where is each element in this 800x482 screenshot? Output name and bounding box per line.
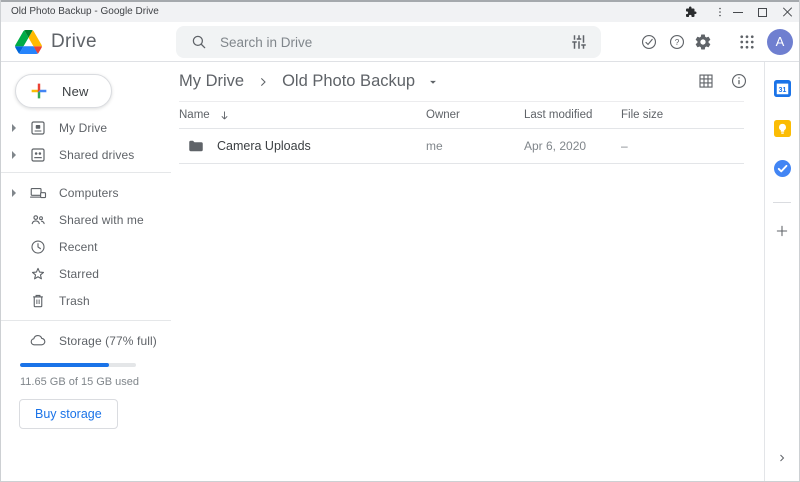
sidebar-item-recent[interactable]: Recent — [1, 233, 171, 260]
recent-clock-icon — [31, 239, 45, 254]
storage-progress-bar — [20, 363, 136, 367]
add-panel-app-icon[interactable] — [774, 223, 790, 244]
sidebar-item-label: My Drive — [59, 120, 108, 135]
avatar-letter: A — [767, 28, 793, 55]
account-avatar[interactable]: A — [767, 28, 793, 55]
sidebar-item-label: Trash — [59, 293, 90, 308]
google-tasks-icon[interactable] — [773, 160, 791, 182]
shared-with-me-icon — [31, 214, 45, 224]
expand-arrow-icon[interactable] — [7, 150, 21, 159]
sidebar-item-storage[interactable]: Storage (77% full) — [1, 327, 171, 354]
file-row-camera-uploads[interactable]: Camera Uploads me Apr 6, 2020 – — [179, 129, 744, 164]
browser-app-window: Old Photo Backup - Google Drive Drive Se… — [0, 0, 800, 482]
info-icon[interactable] — [730, 72, 748, 95]
settings-gear-icon[interactable] — [694, 32, 712, 51]
sidebar-item-label: Recent — [59, 239, 98, 254]
new-plus-icon — [31, 83, 47, 99]
breadcrumb-dropdown-caret-icon[interactable] — [426, 75, 440, 89]
main-content: My Drive Old Photo Backup Name Owner Las… — [171, 62, 764, 481]
panel-divider — [773, 202, 791, 203]
grid-view-icon[interactable] — [697, 72, 715, 95]
folder-icon — [189, 140, 203, 152]
shared-drives-icon — [31, 147, 45, 162]
minimize-button[interactable] — [731, 2, 745, 22]
sidebar-item-my-drive[interactable]: My Drive — [1, 114, 171, 141]
sidebar-item-computers[interactable]: Computers — [1, 179, 171, 206]
google-apps-grid-icon[interactable] — [738, 33, 756, 51]
file-last-modified: Apr 6, 2020 — [524, 139, 587, 153]
drive-logo[interactable]: Drive — [15, 22, 97, 62]
sidebar-item-label: Computers — [59, 185, 119, 200]
column-header-last-modified[interactable]: Last modified — [524, 109, 621, 121]
app-header: Drive ? A — [1, 22, 799, 62]
new-button-label: New — [62, 83, 89, 99]
storage-progress-fill — [20, 363, 110, 367]
computers-icon — [30, 187, 47, 198]
offline-status-icon[interactable] — [640, 32, 658, 51]
starred-star-icon — [31, 267, 45, 279]
extensions-puzzle-icon[interactable] — [683, 2, 699, 22]
svg-text:?: ? — [675, 38, 680, 47]
sidebar-divider — [1, 172, 171, 173]
chevron-right-icon — [261, 77, 266, 86]
column-header-file-size: File size — [621, 109, 664, 121]
maximize-button[interactable] — [755, 2, 769, 22]
breadcrumb-my-drive[interactable]: My Drive — [179, 72, 244, 91]
file-list-header: Name Owner Last modified File size — [179, 101, 744, 129]
column-header-owner: Owner — [426, 109, 460, 121]
expand-arrow-icon[interactable] — [7, 188, 21, 197]
search-icon — [192, 35, 206, 49]
svg-text:31: 31 — [778, 87, 786, 94]
expand-arrow-icon[interactable] — [7, 123, 21, 132]
google-calendar-icon[interactable]: 31 — [773, 80, 791, 102]
help-icon[interactable]: ? — [668, 32, 686, 51]
collapse-panel-chevron-icon[interactable] — [776, 451, 788, 469]
trash-icon — [33, 294, 43, 307]
file-name: Camera Uploads — [217, 139, 311, 153]
window-titlebar: Old Photo Backup - Google Drive — [1, 2, 799, 22]
column-header-name[interactable]: Name — [179, 109, 426, 122]
storage-cloud-icon — [30, 334, 46, 345]
file-list: Name Owner Last modified File size Camer… — [179, 101, 744, 164]
file-owner: me — [426, 139, 443, 153]
side-panel: 31 — [764, 62, 799, 481]
sidebar-item-label: Starred — [59, 266, 100, 281]
search-input[interactable] — [220, 34, 570, 50]
close-button[interactable] — [780, 2, 794, 22]
my-drive-icon — [31, 120, 45, 135]
search-options-tune-icon[interactable] — [570, 33, 588, 51]
sidebar-item-trash[interactable]: Trash — [1, 287, 171, 314]
sidebar-item-label: Shared with me — [59, 212, 144, 227]
sidebar-item-starred[interactable]: Starred — [1, 260, 171, 287]
window-title: Old Photo Backup - Google Drive — [11, 6, 159, 17]
sort-descending-icon — [221, 110, 228, 119]
sidebar-item-label: Shared drives — [59, 147, 135, 162]
left-sidebar: New My Drive Shared drives Computers Sha… — [1, 62, 171, 481]
drive-logo-icon — [15, 30, 42, 54]
breadcrumb-current-folder[interactable]: Old Photo Backup — [282, 72, 415, 91]
google-keep-icon[interactable] — [773, 120, 791, 142]
search-bar[interactable] — [176, 26, 601, 58]
file-size: – — [621, 139, 628, 153]
sidebar-item-shared-with-me[interactable]: Shared with me — [1, 206, 171, 233]
storage-usage-text: 11.65 GB of 15 GB used — [20, 376, 140, 388]
sidebar-divider — [1, 320, 171, 321]
storage-label: Storage (77% full) — [59, 333, 157, 348]
buy-storage-button[interactable]: Buy storage — [19, 399, 118, 429]
breadcrumb: My Drive Old Photo Backup — [171, 62, 764, 101]
browser-menu-icon[interactable] — [713, 2, 727, 22]
sidebar-item-shared-drives[interactable]: Shared drives — [1, 141, 171, 168]
new-button[interactable]: New — [15, 74, 112, 108]
app-name: Drive — [51, 31, 97, 52]
